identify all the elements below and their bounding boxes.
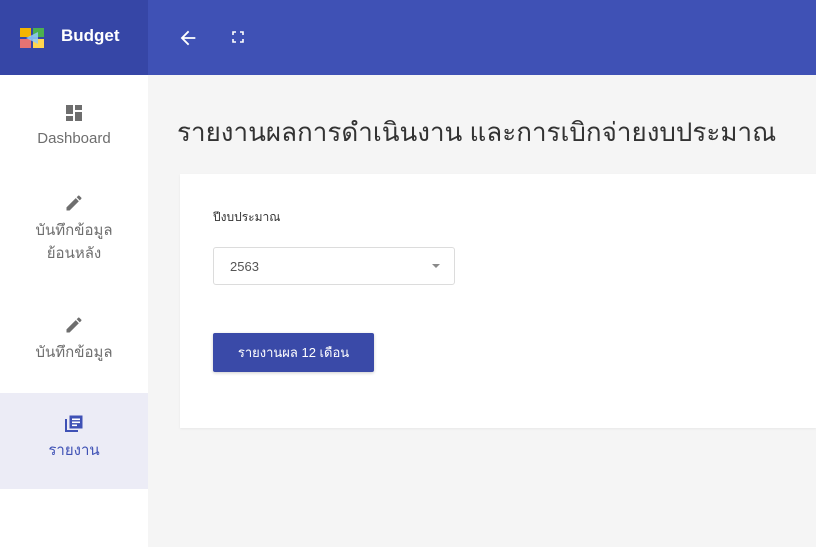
pencil-icon <box>66 195 82 211</box>
sidebar-item-label: รายงาน <box>48 442 100 459</box>
page-title: รายงานผลการดำเนินงาน และการเบิกจ่ายงบประ… <box>177 117 777 147</box>
fiscal-year-value: 2563 <box>230 259 259 274</box>
sidebar-nav: Dashboard บันทึกข้อมูล ย้อนหลัง บันทึกข้… <box>0 75 148 547</box>
sidebar-item-label: บันทึกข้อมูล <box>35 222 113 239</box>
brand-title: Budget <box>61 26 120 45</box>
top-app-bar: Budget <box>0 0 816 75</box>
dashboard-grid-icon <box>66 105 82 121</box>
report-12-months-button[interactable]: รายงานผล 12 เดือน <box>213 333 374 372</box>
fiscal-year-label: ปีงบประมาณ <box>213 210 281 224</box>
budget-logo-icon <box>20 28 44 48</box>
caret-down-icon <box>432 264 440 268</box>
sidebar-item-label-line2: ย้อนหลัง <box>46 245 102 262</box>
sidebar-item-dashboard[interactable]: Dashboard <box>0 75 148 175</box>
brand-area: Budget <box>0 0 148 75</box>
fullscreen-icon[interactable] <box>232 31 244 43</box>
report-icon <box>65 415 83 432</box>
fiscal-year-select[interactable]: 2563 <box>213 247 455 285</box>
sidebar-item-record-data[interactable]: บันทึกข้อมูล <box>0 295 148 393</box>
sidebar-item-label: บันทึกข้อมูล <box>35 344 113 361</box>
pencil-icon <box>66 317 82 333</box>
back-arrow-icon[interactable] <box>177 27 199 49</box>
report-filter-card: ปีงบประมาณ 2563 รายงานผล 12 เดือน <box>180 174 816 428</box>
sidebar-item-label: Dashboard <box>37 130 111 147</box>
sidebar-item-report[interactable]: รายงาน <box>0 393 148 489</box>
sidebar-item-record-backdated[interactable]: บันทึกข้อมูล ย้อนหลัง <box>0 175 148 295</box>
